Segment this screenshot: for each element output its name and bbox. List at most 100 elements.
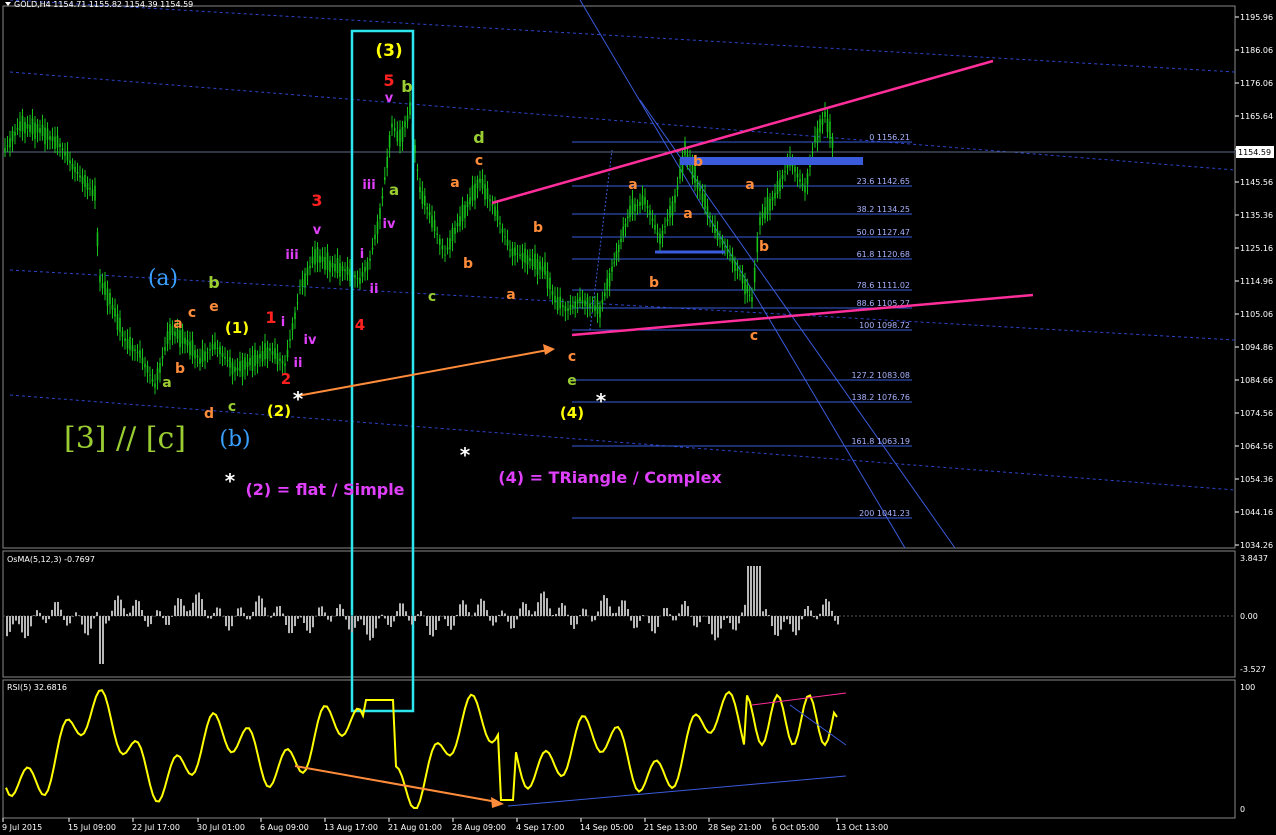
candle-body <box>406 115 409 121</box>
osma-bar <box>357 616 359 622</box>
osma-bar <box>618 606 620 616</box>
osma-bar <box>351 616 353 633</box>
wave-a4-label: a <box>450 175 459 191</box>
osma-bar <box>327 616 329 620</box>
osma-bar <box>768 615 770 616</box>
wave-3-label: (3) <box>375 41 402 61</box>
osma-bar <box>150 616 152 625</box>
candle-body <box>4 147 6 152</box>
candle-body <box>21 115 24 132</box>
candle-body <box>494 206 496 216</box>
osma-bar <box>525 603 527 616</box>
osma-bar <box>309 616 311 634</box>
wave-4-label: (4) <box>560 404 584 422</box>
fib-label: 38.2 1134.25 <box>857 205 910 214</box>
candle-body <box>286 349 289 358</box>
candle-body <box>746 284 749 294</box>
osma-bar <box>9 616 11 632</box>
osma-bar <box>330 616 332 622</box>
candle-body <box>246 361 249 367</box>
candle-body <box>244 357 246 370</box>
osma-bar <box>837 616 839 625</box>
osma-tick-max: 3.8437 <box>1240 554 1268 563</box>
candle-body <box>221 352 224 357</box>
candle-body <box>474 183 476 201</box>
wave-iii-label: iii <box>362 178 375 193</box>
osma-bar <box>144 616 146 621</box>
candle-body <box>504 236 506 238</box>
wave-c-label: c <box>188 305 196 321</box>
dropdown-icon[interactable] <box>5 2 11 6</box>
wave-1-sub-label: 1 <box>265 308 276 327</box>
wave-iv2-label: iv <box>304 333 317 348</box>
price-tick-label: 1114.96 <box>1240 277 1273 286</box>
star-icon: * <box>596 389 607 413</box>
osma-bar <box>402 603 404 616</box>
osma-bar <box>744 604 746 616</box>
time-tick-label: 6 Aug 09:00 <box>260 823 309 832</box>
wave-b8-label: b <box>759 239 769 255</box>
candle-body <box>586 297 589 308</box>
candle-body <box>509 249 511 251</box>
osma-bar <box>816 616 818 620</box>
candle-body <box>534 253 536 270</box>
osma-bar <box>375 616 377 629</box>
osma-bar <box>210 616 212 619</box>
candle-body <box>451 227 454 242</box>
osma-bar <box>477 604 479 616</box>
osma-bar <box>591 616 593 622</box>
candle-body <box>784 171 786 173</box>
osma-bar <box>192 602 194 616</box>
osma-bar <box>510 616 512 629</box>
candle-body <box>574 301 576 308</box>
osma-bar <box>504 613 506 616</box>
osma-bar <box>156 610 158 616</box>
candle-body <box>804 185 806 193</box>
fib-label: 50.0 1127.47 <box>857 228 910 237</box>
candle-body <box>671 201 674 216</box>
wave-b4-label: b <box>533 220 543 236</box>
osma-bar <box>531 614 533 616</box>
fib-label: 0 1156.21 <box>869 133 910 142</box>
candle-body <box>506 239 509 246</box>
osma-bar <box>753 566 755 616</box>
candle-body <box>204 351 206 361</box>
osma-bar <box>543 591 545 616</box>
time-tick-label: 14 Sep 05:00 <box>580 823 633 832</box>
osma-bar <box>636 616 638 628</box>
candle-body <box>151 378 154 382</box>
wave-ii2-label: ii <box>294 356 303 371</box>
candle-body <box>564 306 567 312</box>
candle-body <box>74 166 76 172</box>
osma-bar <box>237 608 239 616</box>
candle-body <box>769 198 771 211</box>
osma-bar <box>390 616 392 627</box>
candle-body <box>821 119 824 125</box>
note-flat-label: (2) = flat / Simple <box>245 480 404 499</box>
candle-body <box>274 348 276 360</box>
candle-body <box>236 367 239 371</box>
candle-body <box>134 349 136 351</box>
osma-bar <box>825 598 827 616</box>
osma-bar <box>810 610 812 616</box>
osma-tick-min: -3.527 <box>1240 665 1266 674</box>
candle-body <box>419 186 421 192</box>
candle-body <box>129 336 131 350</box>
candle-body <box>701 193 704 203</box>
candle-body <box>229 357 231 368</box>
osma-bar <box>198 592 200 616</box>
wave-iv-label: iv <box>383 217 396 232</box>
channel-lines <box>9 0 1236 491</box>
osma-bar <box>189 610 191 616</box>
osma-bar <box>834 616 836 621</box>
osma-bar <box>117 595 119 616</box>
candle-body <box>696 180 699 189</box>
candle-body <box>321 256 324 262</box>
osma-bar <box>516 616 518 620</box>
candle-body <box>531 259 534 267</box>
osma-bar <box>675 616 677 621</box>
candle-body <box>826 118 829 133</box>
chart-canvas[interactable]: 0 1156.21 23.6 1142.65 38.2 1134.25 50.0 11… <box>0 0 1276 835</box>
osma-bar <box>789 616 791 625</box>
osma-bar <box>723 616 725 621</box>
